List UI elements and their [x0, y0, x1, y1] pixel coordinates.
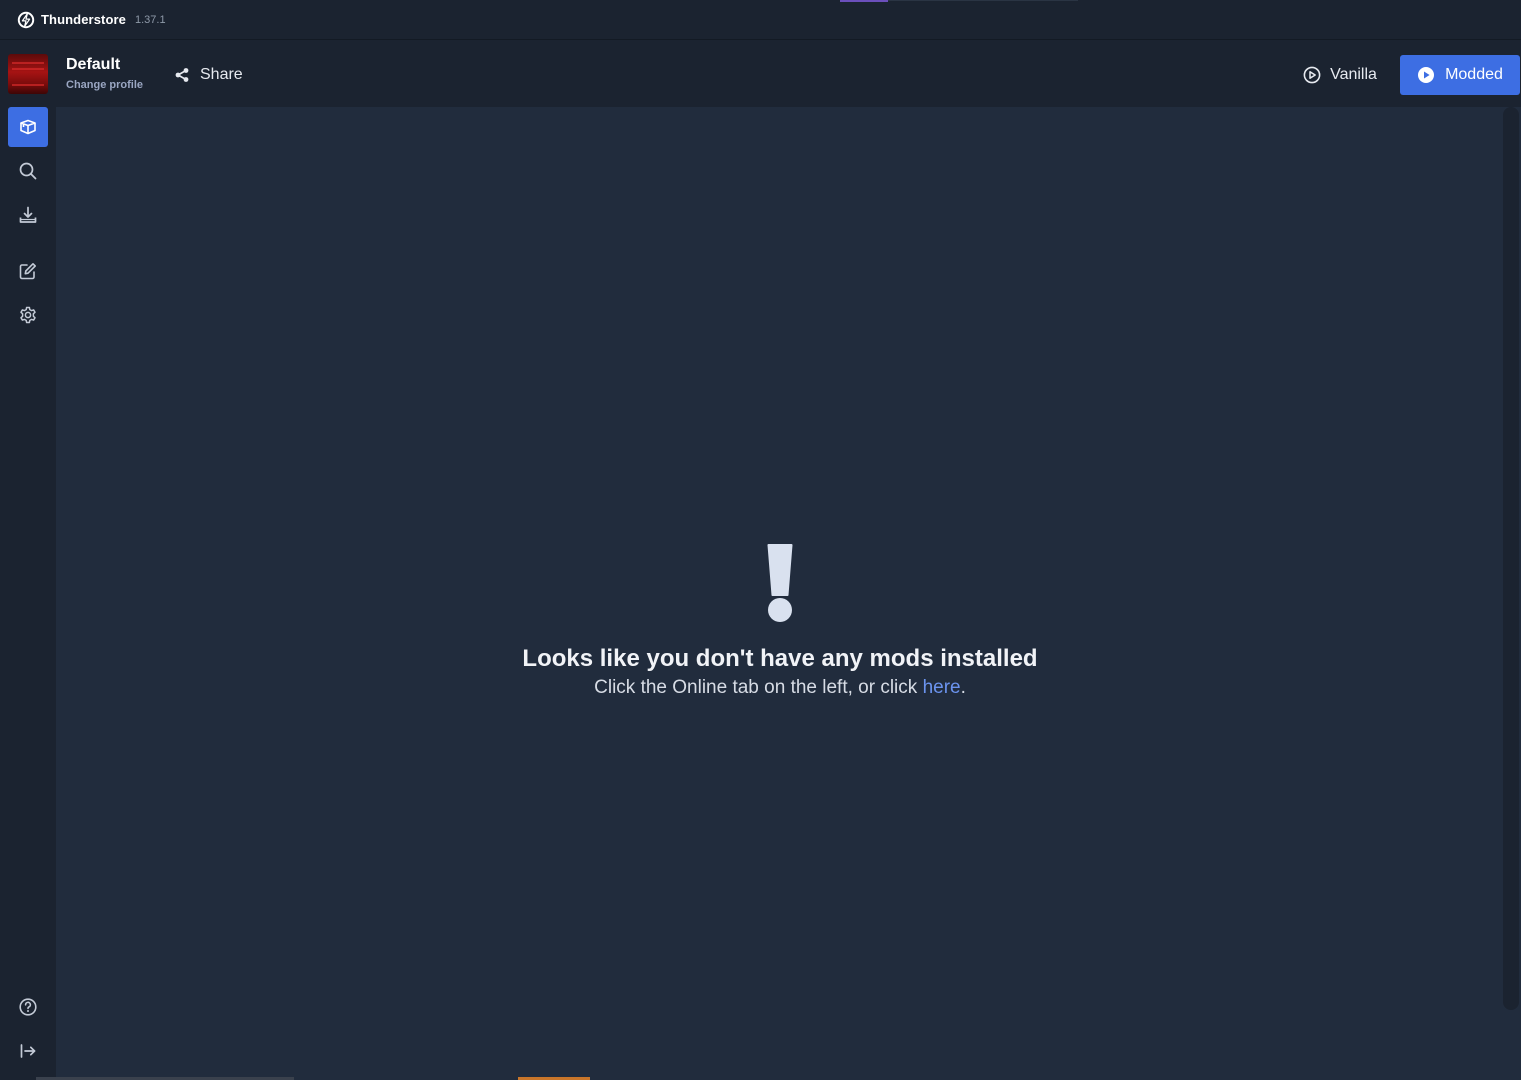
exit-icon [20, 1044, 36, 1058]
app-name: Thunderstore [41, 12, 126, 27]
vanilla-label: Vanilla [1330, 66, 1377, 83]
sidebar-item-help[interactable] [8, 987, 48, 1027]
start-vanilla-button[interactable]: Vanilla [1290, 55, 1390, 95]
share-label: Share [200, 66, 243, 83]
play-circle-filled-icon [1418, 67, 1435, 83]
sidebar-nav [0, 107, 56, 1080]
thunderstore-logo-icon [17, 11, 35, 28]
empty-state-subtitle-text: Click the Online tab on the left, or cli… [594, 677, 923, 698]
online-here-link[interactable]: here [923, 677, 961, 698]
empty-state-subtitle-end: . [960, 677, 966, 698]
titlebar-divider [888, 0, 1078, 1]
modded-label: Modded [1445, 66, 1503, 83]
profile-name: Default [66, 56, 121, 73]
sidebar-item-settings[interactable] [8, 295, 48, 335]
edit-icon [19, 263, 36, 280]
sidebar-item-config-editor[interactable] [8, 251, 48, 291]
sidebar-item-downloads[interactable] [8, 195, 48, 235]
app-version: 1.37.1 [134, 13, 166, 26]
play-circle-icon [1303, 66, 1321, 84]
search-icon [19, 162, 37, 180]
title-bar: Thunderstore 1.37.1 [0, 0, 1521, 40]
share-icon [175, 68, 189, 82]
download-icon [19, 206, 37, 223]
exclamation-icon [767, 544, 793, 622]
change-profile-link[interactable]: Change profile [66, 79, 143, 91]
gear-icon [20, 306, 36, 324]
installed-mods-panel: Looks like you don't have any mods insta… [56, 107, 1521, 1080]
sidebar-item-online[interactable] [8, 151, 48, 191]
titlebar-accent [840, 0, 888, 2]
help-icon [19, 998, 37, 1016]
sidebar-item-exit[interactable] [8, 1031, 48, 1071]
profile-header: Default Change profile Share Vanilla Mod… [0, 41, 1521, 107]
sidebar-item-installed[interactable] [8, 107, 48, 147]
empty-state-subtitle: Click the Online tab on the left, or cli… [56, 677, 1504, 699]
empty-state-title: Looks like you don't have any mods insta… [522, 645, 1038, 672]
share-button[interactable]: Share [174, 63, 243, 87]
empty-state: Looks like you don't have any mods insta… [56, 543, 1504, 699]
scrollbar-track[interactable] [1503, 107, 1519, 1010]
start-modded-button[interactable]: Modded [1400, 55, 1520, 95]
profile-game-thumbnail[interactable] [8, 54, 48, 94]
package-icon [20, 119, 36, 135]
